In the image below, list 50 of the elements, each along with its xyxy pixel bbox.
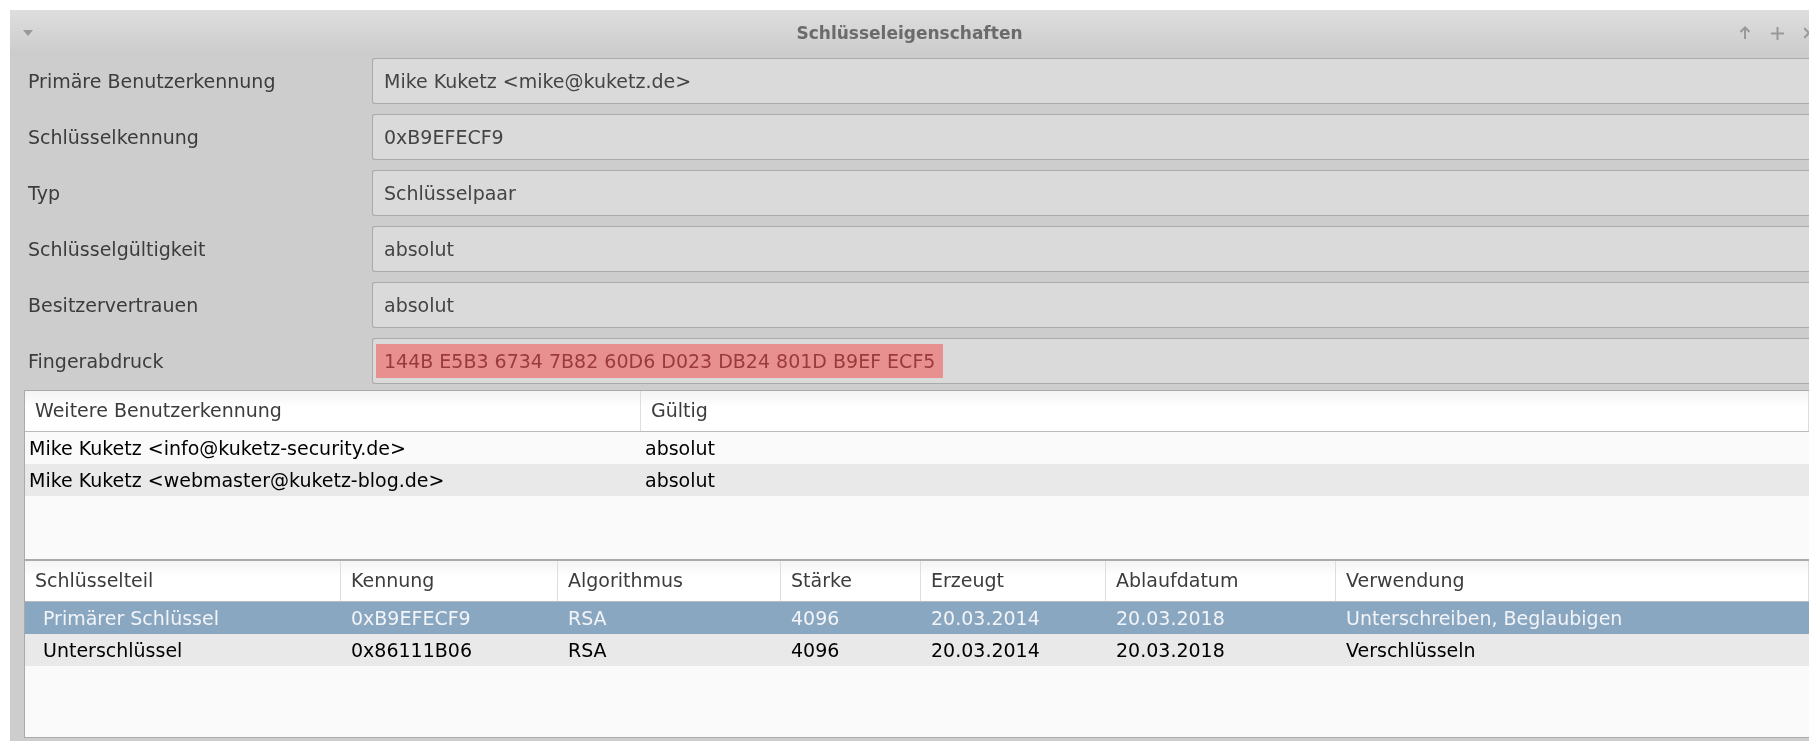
- table-cell-text: 0x86111B06: [350, 639, 473, 661]
- up-arrow-icon[interactable]: [1739, 26, 1751, 40]
- column-header[interactable]: Gültig: [641, 391, 1809, 431]
- column-header[interactable]: Kennung: [341, 561, 558, 601]
- field-label: Schlüsselgültigkeit: [28, 238, 207, 260]
- table-cell-text: 20.03.2014: [930, 607, 1041, 629]
- column-header[interactable]: Verwendung: [1336, 561, 1809, 601]
- text-field[interactable]: Mike Kuketz <mike@kuketz.de>: [372, 58, 1809, 104]
- table-cell-text: Unterschreiben, Beglaubigen: [1345, 607, 1624, 629]
- field-label: Primäre Benutzerkennung: [28, 70, 277, 92]
- text-field[interactable]: absolut: [372, 226, 1809, 272]
- field-value: Mike Kuketz <mike@kuketz.de>: [383, 69, 693, 94]
- plus-icon[interactable]: [1771, 26, 1784, 40]
- column-header[interactable]: Ablaufdatum: [1106, 561, 1336, 601]
- table-cell-text: 20.03.2018: [1115, 607, 1226, 629]
- table-row[interactable]: Unterschlüssel 0x86111B06 RSA 4096 20.03.2014 20.03.2018 Verschlüsseln: [25, 634, 1809, 666]
- close-icon[interactable]: [1804, 27, 1809, 39]
- field-label: Fingerabdruck: [28, 350, 165, 372]
- table-cell-text: RSA: [567, 639, 608, 661]
- table-cell-text: Verschlüsseln: [1345, 639, 1477, 661]
- table-cell-text: Unterschlüssel: [42, 639, 184, 661]
- table-cell-text: Mike Kuketz <info@kuketz-security.de>: [28, 437, 407, 459]
- field-value: absolut: [383, 237, 455, 262]
- text-field[interactable]: 0xB9EFECF9: [372, 114, 1809, 160]
- table-cell-text: Primärer Schlüssel: [42, 607, 220, 629]
- table-cell-text: 20.03.2018: [1115, 639, 1226, 661]
- column-header[interactable]: Stärke: [781, 561, 921, 601]
- table-cell-text: absolut: [644, 437, 716, 459]
- table-cell-text: 4096: [790, 639, 841, 661]
- text-field[interactable]: absolut: [372, 282, 1809, 328]
- column-header[interactable]: Erzeugt: [921, 561, 1106, 601]
- field-label: Besitzervertrauen: [28, 294, 200, 316]
- field-value: 144B E5B3 6734 7B82 60D6 D023 DB24 801D B9EF ECF5: [376, 344, 944, 378]
- field-value: absolut: [383, 293, 455, 318]
- table-cell-text: 20.03.2014: [930, 639, 1041, 661]
- column-header[interactable]: Weitere Benutzerkennung: [25, 391, 641, 431]
- table-cell-text: 0xB9EFECF9: [350, 607, 472, 629]
- window-title: Schlüsseleigenschaften: [796, 23, 1023, 43]
- field-label: Typ: [28, 182, 61, 204]
- table-cell-text: Mike Kuketz <webmaster@kuketz-blog.de>: [28, 469, 446, 491]
- table-cell-text: RSA: [567, 607, 608, 629]
- table-cell-text: absolut: [644, 469, 716, 491]
- field-label: Schlüsselkennung: [28, 126, 200, 148]
- column-header[interactable]: Schlüsselteil: [25, 561, 341, 601]
- field-value: Schlüsselpaar: [383, 181, 517, 206]
- table-cell-text: 4096: [790, 607, 841, 629]
- column-header[interactable]: Algorithmus: [558, 561, 781, 601]
- menu-arrow-icon[interactable]: [22, 29, 34, 37]
- field-value: 0xB9EFECF9: [383, 125, 505, 150]
- text-field[interactable]: Schlüsselpaar: [372, 170, 1809, 216]
